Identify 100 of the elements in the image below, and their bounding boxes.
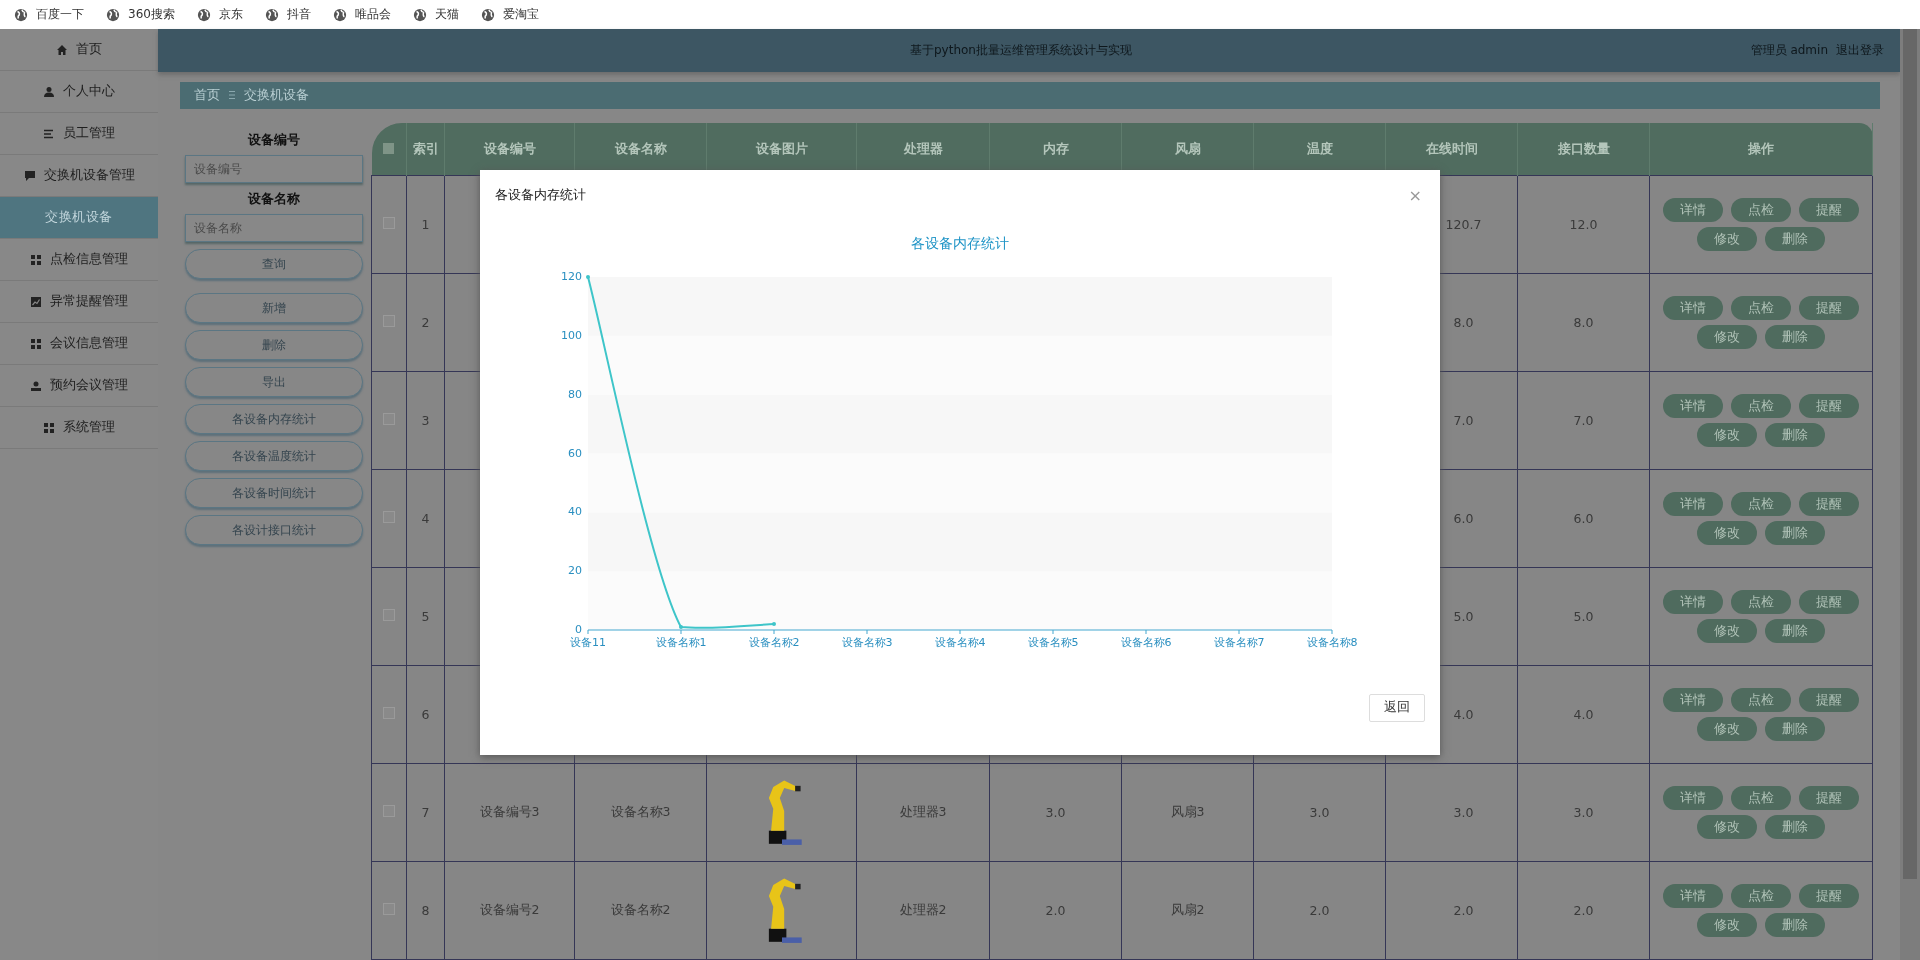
row-action-button[interactable]: 修改 — [1697, 815, 1757, 839]
device-code-cell: 设备编号2 — [479, 902, 540, 917]
row-action-button[interactable]: 修改 — [1697, 423, 1757, 447]
scroll-thumb[interactable] — [1903, 29, 1917, 879]
row-action-button[interactable]: 修改 — [1697, 227, 1757, 251]
index-cell: 2 — [406, 273, 445, 372]
sidebar-item[interactable]: 个人中心 — [0, 71, 158, 113]
row-action-button[interactable]: 修改 — [1697, 325, 1757, 349]
sidebar-item[interactable]: 系统管理 — [0, 407, 158, 449]
device-name-cell: 设备名称3 — [610, 804, 671, 819]
action-button[interactable]: 导出 — [185, 367, 363, 397]
sidebar-item[interactable]: 会议信息管理 — [0, 323, 158, 365]
row-action-button[interactable]: 点检 — [1731, 590, 1791, 614]
sidebar-item[interactable]: 点检信息管理 — [0, 239, 158, 281]
row-action-button[interactable]: 点检 — [1731, 884, 1791, 908]
search-field[interactable]: 设备名称 — [185, 214, 363, 242]
row-action-button[interactable]: 提醒 — [1799, 296, 1859, 320]
row-action-button[interactable]: 详情 — [1663, 492, 1723, 516]
back-button[interactable]: 返回 — [1369, 693, 1425, 722]
action-button[interactable]: 查询 — [185, 249, 363, 279]
row-action-button[interactable]: 删除 — [1765, 423, 1825, 447]
row-action-button[interactable]: 详情 — [1663, 394, 1723, 418]
port-count-cell: 3.0 — [1573, 805, 1594, 820]
scroll-bar[interactable] — [1900, 29, 1920, 960]
index-cell: 6 — [406, 665, 445, 764]
action-button[interactable]: 各设备内存统计 — [185, 404, 363, 434]
row-action-button[interactable]: 提醒 — [1799, 590, 1859, 614]
chart-title: 各设备内存统计 — [911, 235, 1009, 251]
bookmark-link[interactable]: 唯品会 — [332, 6, 391, 23]
fan-cell: 风扇3 — [1170, 804, 1205, 819]
online-time-cell: 8.0 — [1453, 315, 1474, 330]
action-button[interactable]: 各设计接口统计 — [185, 515, 363, 545]
processor-cell: 处理器2 — [899, 902, 947, 917]
bookmark-link[interactable]: 天猫 — [412, 6, 459, 23]
globe-icon — [14, 7, 28, 22]
row-action-button[interactable]: 详情 — [1663, 198, 1723, 222]
action-button[interactable]: 各设备时间统计 — [185, 478, 363, 508]
row-action-button[interactable]: 提醒 — [1799, 198, 1859, 222]
row-action-button[interactable]: 修改 — [1697, 717, 1757, 741]
row-action-button[interactable]: 详情 — [1663, 786, 1723, 810]
row-action-button[interactable]: 提醒 — [1799, 688, 1859, 712]
sidebar-item[interactable]: 预约会议管理 — [0, 365, 158, 407]
row-action-button[interactable]: 点检 — [1731, 492, 1791, 516]
row-action-button[interactable]: 提醒 — [1799, 884, 1859, 908]
breadcrumb-link[interactable]: 交换机设备 — [244, 86, 309, 104]
row-action-button[interactable]: 修改 — [1697, 619, 1757, 643]
row-action-button[interactable]: 详情 — [1663, 884, 1723, 908]
action-button[interactable]: 新增 — [185, 293, 363, 323]
y-tick-label: 40 — [568, 505, 582, 519]
row-action-button[interactable]: 删除 — [1765, 227, 1825, 251]
row-action-button[interactable]: 点检 — [1731, 688, 1791, 712]
row-action-button[interactable]: 提醒 — [1799, 394, 1859, 418]
sidebar-item[interactable]: 员工管理 — [0, 113, 158, 155]
online-time-cell: 4.0 — [1453, 707, 1474, 722]
logout-link[interactable]: 退出登录 — [1836, 41, 1884, 59]
index-cell: 8 — [406, 861, 445, 960]
index-cell: 3 — [406, 371, 445, 470]
bookmark-link[interactable]: 百度一下 — [14, 6, 84, 23]
breadcrumb-link[interactable]: 首页 — [194, 86, 220, 104]
y-tick-label: 0 — [575, 623, 582, 636]
sidebar-item[interactable]: 异常提醒管理 — [0, 281, 158, 323]
bookmark-link[interactable]: 爱淘宝 — [480, 6, 539, 23]
row-action-button[interactable]: 详情 — [1663, 296, 1723, 320]
data-point — [586, 275, 590, 279]
row-action-button[interactable]: 点检 — [1731, 198, 1791, 222]
row-action-button[interactable]: 点检 — [1731, 786, 1791, 810]
row-action-button[interactable]: 提醒 — [1799, 492, 1859, 516]
row-action-button[interactable]: 删除 — [1765, 325, 1825, 349]
y-tick-label: 100 — [561, 328, 582, 342]
x-tick-label: 设备名称5 — [1027, 636, 1079, 649]
row-action-button[interactable]: 点检 — [1731, 394, 1791, 418]
select-all-checkbox[interactable] — [383, 142, 395, 154]
online-time-cell: 5.0 — [1453, 609, 1474, 624]
row-action-button[interactable]: 删除 — [1765, 913, 1825, 937]
row-action-button[interactable]: 删除 — [1765, 521, 1825, 545]
index-cell: 5 — [406, 567, 445, 666]
index-cell: 7 — [406, 763, 445, 862]
admin-label: 管理员 admin — [1750, 41, 1828, 59]
row-action-button[interactable]: 修改 — [1697, 521, 1757, 545]
action-button[interactable]: 各设备温度统计 — [185, 441, 363, 471]
row-action-button[interactable]: 删除 — [1765, 815, 1825, 839]
chat-icon — [23, 169, 36, 182]
action-button[interactable]: 删除 — [185, 330, 363, 360]
bookmark-link[interactable]: 京东 — [196, 6, 243, 23]
grid-icon — [30, 337, 42, 350]
close-button[interactable]: × — [1404, 185, 1426, 205]
row-action-button[interactable]: 提醒 — [1799, 786, 1859, 810]
bookmark-link[interactable]: 抖音 — [264, 6, 311, 23]
x-tick-label: 设备名称1 — [655, 636, 707, 649]
row-action-button[interactable]: 删除 — [1765, 619, 1825, 643]
sidebar-item[interactable]: 交换机设备 — [0, 197, 158, 239]
row-action-button[interactable]: 点检 — [1731, 296, 1791, 320]
row-action-button[interactable]: 删除 — [1765, 717, 1825, 741]
row-action-button[interactable]: 修改 — [1697, 913, 1757, 937]
chart-icon — [30, 295, 42, 308]
bookmark-link[interactable]: 360搜索 — [106, 6, 175, 23]
row-action-button[interactable]: 详情 — [1663, 590, 1723, 614]
x-tick-label: 设备11 — [570, 636, 606, 649]
row-action-button[interactable]: 详情 — [1663, 688, 1723, 712]
system-title: 基于python批量运维管理系统设计与实现 — [910, 41, 1132, 59]
